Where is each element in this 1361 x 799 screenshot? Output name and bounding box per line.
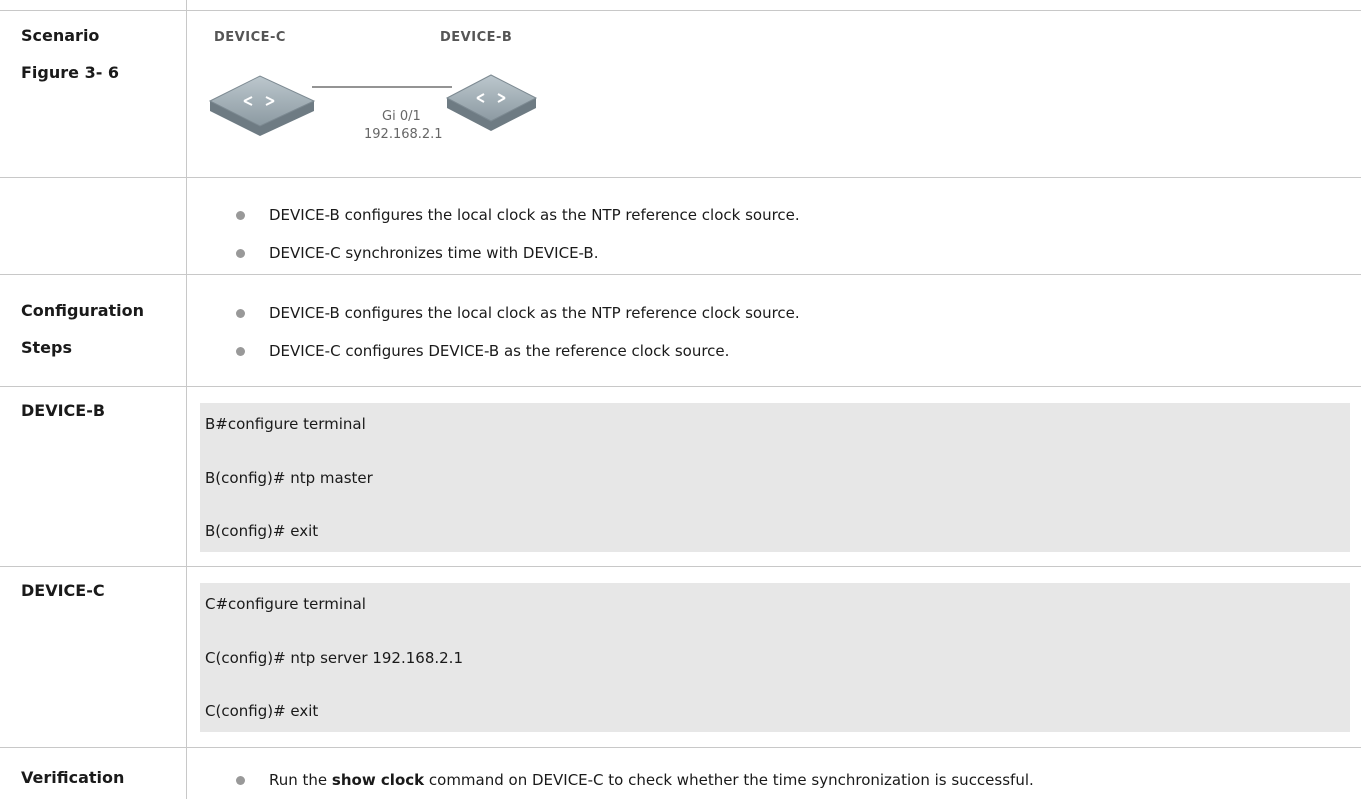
code-line: B#configure terminal <box>205 415 366 433</box>
row-divider <box>0 274 1361 275</box>
switch-icon-device-b <box>445 74 538 131</box>
verification-label: Verification <box>21 768 125 787</box>
code-line: B(config)# ntp master <box>205 469 373 487</box>
verification-suffix: command on DEVICE-C to check whether the… <box>424 771 1034 789</box>
figure-label: Figure 3- 6 <box>21 63 120 82</box>
device-c-row-label: DEVICE-C <box>21 581 105 600</box>
code-line: C(config)# exit <box>205 702 319 720</box>
description-bullet-2: DEVICE-C synchronizes time with DEVICE-B… <box>269 244 599 262</box>
row-divider <box>0 386 1361 387</box>
switch-icon-device-c <box>208 75 316 136</box>
config-steps-label: Configuration <box>21 301 145 320</box>
topology-diagram: DEVICE-C DEVICE-B Gi 0/1 192.168.2.1 <box>200 25 600 175</box>
code-line: B(config)# exit <box>205 522 319 540</box>
switch-icons <box>208 74 538 136</box>
row-divider <box>0 177 1361 178</box>
code-line: C#configure terminal <box>205 595 366 613</box>
bullet-icon <box>236 347 245 356</box>
verification-text: Run the show clock command on DEVICE-C t… <box>269 771 1034 789</box>
code-line: C(config)# ntp server 192.168.2.1 <box>205 649 463 667</box>
row-divider <box>0 566 1361 567</box>
description-bullet-1: DEVICE-B configures the local clock as t… <box>269 206 800 224</box>
bullet-icon <box>236 249 245 258</box>
table-top-border <box>0 10 1361 11</box>
verification-prefix: Run the <box>269 771 332 789</box>
ip-label: 192.168.2.1 <box>364 127 443 142</box>
bullet-icon <box>236 309 245 318</box>
row-divider <box>0 747 1361 748</box>
bullet-icon <box>236 211 245 220</box>
command-name: show clock <box>331 771 425 789</box>
device-c-code-block: C#configure terminal C(config)# ntp serv… <box>200 583 1350 732</box>
scenario-label: Scenario <box>21 26 100 45</box>
config-bullet-2: DEVICE-C configures DEVICE-B as the refe… <box>269 342 730 360</box>
config-steps-label-2: Steps <box>21 338 72 357</box>
config-bullet-1: DEVICE-B configures the local clock as t… <box>269 304 800 322</box>
column-divider <box>186 0 187 799</box>
device-b-row-label: DEVICE-B <box>21 401 106 420</box>
device-b-code-block: B#configure terminal B(config)# ntp mast… <box>200 403 1350 552</box>
bullet-icon <box>236 776 245 785</box>
port-label: Gi 0/1 <box>382 109 421 124</box>
